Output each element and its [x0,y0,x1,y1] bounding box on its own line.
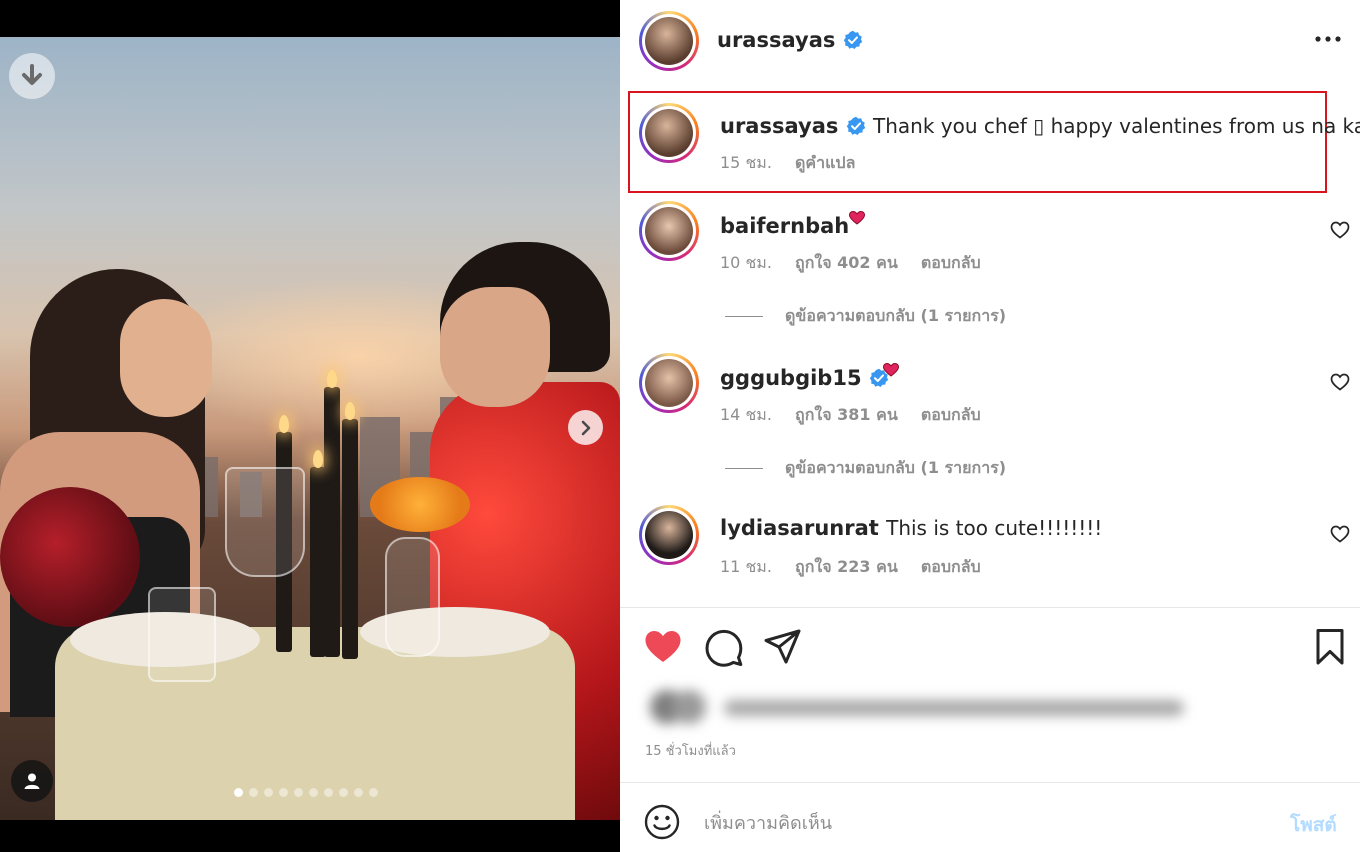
reply-button[interactable]: ตอบกลับ [921,405,981,424]
translate-link[interactable]: ดูคำแปล [795,153,855,172]
divider [620,607,1360,608]
divider [620,782,1360,783]
download-icon [22,64,42,85]
add-comment-input[interactable] [704,806,1264,840]
caption-highlight-box [628,91,1327,193]
comment-time[interactable]: 14 ชม. [720,405,772,424]
emoji-icon[interactable] [644,804,680,840]
comment-meta: 14 ชม. ถูกใจ 381 คน ตอบกลับ [720,403,999,428]
flower-vase [385,537,440,657]
caption-line: urassayas Thank you chef ▯ happy valenti… [720,114,1360,138]
rose-bouquet [0,487,140,627]
caption-time[interactable]: 15 ชม. [720,153,772,172]
liked-by-summary [632,676,1192,742]
comment-avatar[interactable] [639,353,699,413]
comment-like-icon[interactable] [1330,220,1350,240]
carousel-dot [369,788,378,797]
replies-divider [725,316,763,317]
bookmark-icon[interactable] [1310,627,1350,667]
caption-text: Thank you chef ▯ happy valentines from u… [873,114,1360,138]
carousel-next-button[interactable] [568,410,603,445]
comment-likes[interactable]: ถูกใจ 223 คน [795,557,898,576]
heart-emoji-icon [849,210,866,225]
comment-meta: 11 ชม. ถูกใจ 223 คน ตอบกลับ [720,555,999,580]
candle [342,419,358,659]
candle-flame [345,402,355,420]
chevron-right-icon [581,420,590,435]
candle-flame [279,415,289,433]
post-time-ago[interactable]: 15 ชั่วโมงที่แล้ว [645,740,736,761]
post-comment-button[interactable]: โพสต์ [1290,810,1337,840]
heart-icon[interactable] [643,627,683,667]
post-media [0,0,620,852]
verified-badge-icon [843,30,862,49]
view-replies-link[interactable]: ดูข้อความตอบกลับ (1 รายการ) [725,304,1006,329]
view-replies-label: ดูข้อความตอบกลับ (1 รายการ) [785,458,1007,477]
comment-username[interactable]: baifernbah [720,214,849,238]
post-details-panel: urassayas urassayas Thank you chef ▯ hap… [620,0,1360,852]
candle-flame [327,370,337,388]
view-replies-label: ดูข้อความตอบกลับ (1 รายการ) [785,306,1007,325]
comment-line: baifernbah [720,210,866,238]
user-tag-icon [24,773,40,789]
caption-username[interactable]: urassayas [720,114,838,138]
carousel-dot [234,788,243,797]
post-photo[interactable] [0,37,620,820]
carousel-dot [354,788,363,797]
orange-flowers [370,477,470,532]
verified-badge-icon [846,116,865,135]
reply-button[interactable]: ตอบกลับ [921,557,981,576]
comment-time[interactable]: 11 ชม. [720,557,772,576]
reply-button[interactable]: ตอบกลับ [921,253,981,272]
comment-like-icon[interactable] [1330,524,1350,544]
comment-likes[interactable]: ถูกใจ 402 คน [795,253,898,272]
replies-divider [725,468,763,469]
woman-face [120,299,212,417]
caption-meta: 15 ชม. ดูคำแปล [720,151,873,176]
carousel-dot [279,788,288,797]
caption-avatar[interactable] [639,103,699,163]
comment-line: gggubgib15 [720,362,899,390]
comment-text: This is too cute!!!!!!!! [886,516,1103,540]
author-avatar[interactable] [639,11,699,71]
comment-avatar[interactable] [639,505,699,565]
comment-likes[interactable]: ถูกใจ 381 คน [795,405,898,424]
candle-flame [313,450,323,468]
comment-icon[interactable] [704,627,744,667]
carousel-dot [309,788,318,797]
carousel-dot [339,788,348,797]
comment-username[interactable]: gggubgib15 [720,366,862,390]
carousel-dot [324,788,333,797]
carousel-dot [264,788,273,797]
water-glass [148,587,216,682]
man-face [440,287,550,407]
comment-username[interactable]: lydiasarunrat [720,516,879,540]
view-replies-link[interactable]: ดูข้อความตอบกลับ (1 รายการ) [725,456,1006,481]
comment-time[interactable]: 10 ชม. [720,253,772,272]
download-button[interactable] [9,53,55,99]
tagged-users-button[interactable] [11,760,53,802]
comment-line: lydiasarunrat This is too cute!!!!!!!! [720,516,1102,540]
wine-glass [225,467,305,577]
comment-like-icon[interactable] [1330,372,1350,392]
candle [324,387,340,657]
heart-emoji-icon [882,362,899,377]
comment-avatar[interactable] [639,201,699,261]
carousel-dot [294,788,303,797]
comment-meta: 10 ชม. ถูกใจ 402 คน ตอบกลับ [720,251,999,276]
carousel-indicator [234,788,378,797]
more-options-icon[interactable] [1314,28,1342,50]
carousel-dot [249,788,258,797]
post-author[interactable]: urassayas [717,28,863,52]
share-icon[interactable] [763,627,803,667]
